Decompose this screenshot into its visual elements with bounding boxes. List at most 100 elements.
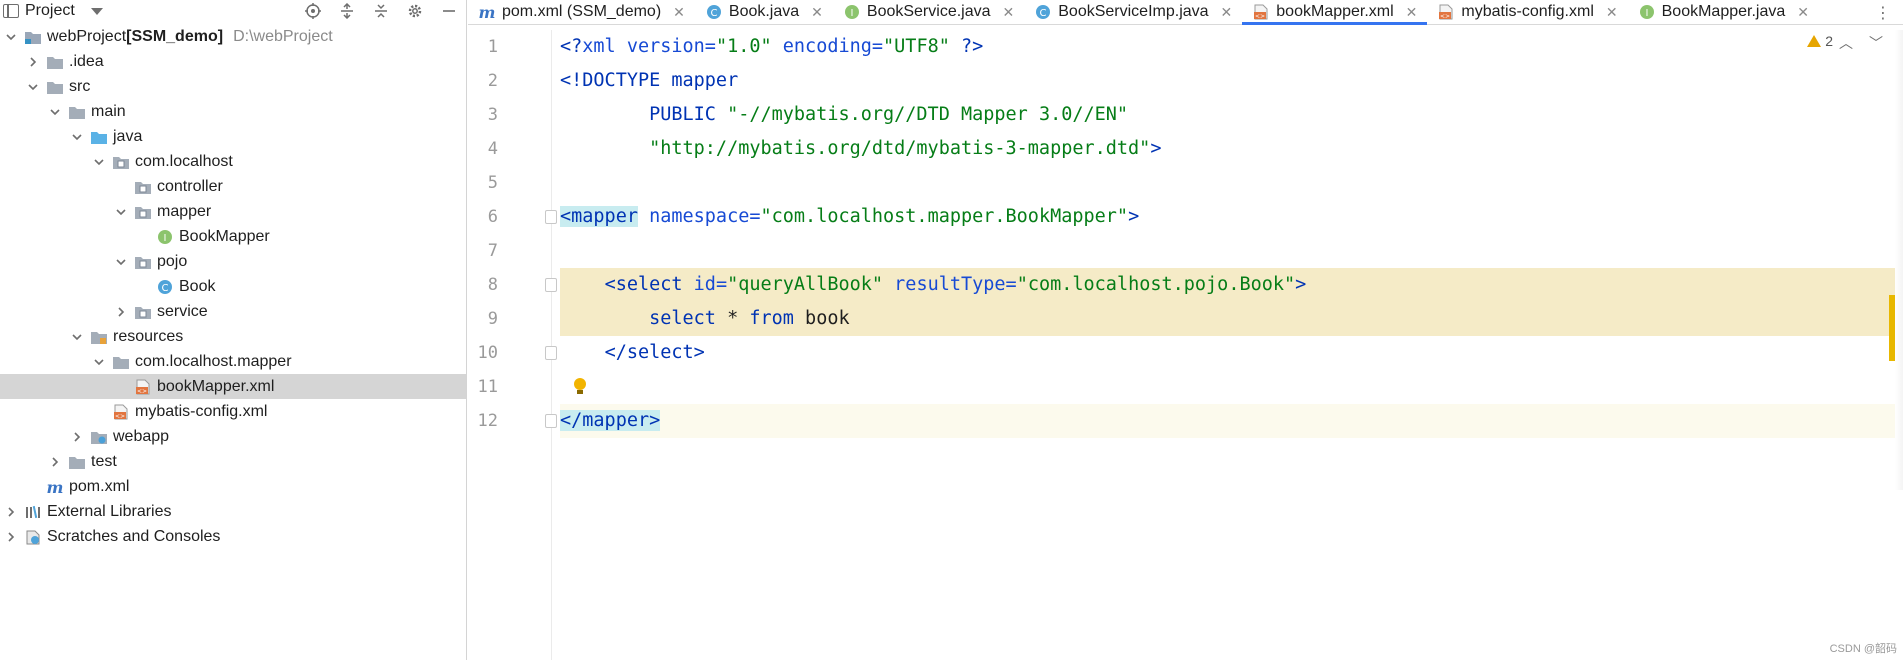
locate-file-icon[interactable] <box>296 0 330 22</box>
close-icon[interactable]: ✕ <box>673 4 685 21</box>
tree-item[interactable]: test <box>0 449 466 474</box>
chevron-down-icon[interactable] <box>114 205 128 219</box>
project-path: D:\webProject <box>233 27 333 45</box>
code-token: select <box>649 308 716 329</box>
chevron-down-icon[interactable] <box>92 355 106 369</box>
code-token: "1.0" <box>715 36 772 57</box>
tree-item-label: com.localhost.mapper <box>135 352 292 370</box>
minimize-icon[interactable] <box>432 0 466 22</box>
tree-item[interactable]: mapper <box>0 199 466 224</box>
tree-item[interactable]: resources <box>0 324 466 349</box>
chevron-down-icon[interactable] <box>48 105 62 119</box>
line-number: 8 <box>487 275 498 295</box>
tree-item[interactable]: .idea <box>0 49 466 74</box>
code-line[interactable] <box>560 166 1903 200</box>
chevron-down-icon[interactable] <box>114 255 128 269</box>
fold-marker-icon[interactable] <box>545 210 557 224</box>
tree-item[interactable]: service <box>0 299 466 324</box>
code-token: "-//mybatis.org//DTD Mapper 3.0//EN" <box>727 104 1129 125</box>
tree-item[interactable]: <> bookMapper.xml <box>0 374 466 399</box>
previous-highlight-icon[interactable]: ︿ <box>1839 33 1853 53</box>
chevron-down-icon[interactable] <box>92 155 106 169</box>
close-icon[interactable]: ✕ <box>1003 4 1015 21</box>
code-token: namespace= <box>649 206 761 227</box>
close-icon[interactable]: ✕ <box>1797 4 1809 21</box>
code-token: id= <box>693 274 728 295</box>
code-line[interactable]: <!DOCTYPE mapper <box>560 64 1903 98</box>
project-view-selector[interactable]: Project <box>0 2 103 20</box>
code-line[interactable]: <?xml version="1.0" encoding="UTF8" ?> <box>560 30 1903 64</box>
tree-item[interactable]: m pom.xml <box>0 474 466 499</box>
code-line[interactable] <box>560 370 1903 404</box>
close-icon[interactable]: ✕ <box>811 4 823 21</box>
next-highlight-icon[interactable]: ﹀ <box>1869 33 1883 53</box>
editor-tab[interactable]: I BookMapper.java ✕ <box>1628 0 1819 24</box>
code-line[interactable] <box>560 234 1903 268</box>
line-number: 12 <box>477 411 498 431</box>
chevron-right-icon[interactable] <box>26 55 40 69</box>
more-tabs-icon[interactable]: ⋮ <box>1875 0 1891 25</box>
tree-item-label: resources <box>113 327 184 345</box>
fold-marker-icon[interactable] <box>545 278 557 292</box>
fold-marker-icon[interactable] <box>545 414 557 428</box>
chevron-down-icon[interactable] <box>70 130 84 144</box>
interface-icon: I <box>1638 4 1656 20</box>
editor-tab[interactable]: C BookServiceImp.java ✕ <box>1024 0 1242 24</box>
editor-tab[interactable]: <> mybatis-config.xml ✕ <box>1427 0 1627 24</box>
svg-text:<>: <> <box>1255 13 1265 20</box>
tree-item[interactable]: webProject [SSM_demo] D:\webProject <box>0 24 466 49</box>
chevron-right-icon[interactable] <box>70 430 84 444</box>
tree-item[interactable]: controller <box>0 174 466 199</box>
code-line[interactable]: <mapper namespace="com.localhost.mapper.… <box>560 200 1903 234</box>
chevron-right-icon[interactable] <box>114 305 128 319</box>
chevron-down-icon[interactable] <box>90 7 103 15</box>
chevron-right-icon[interactable] <box>4 530 18 544</box>
chevron-right-icon[interactable] <box>48 455 62 469</box>
editor-tab[interactable]: m pom.xml (SSM_demo) ✕ <box>468 0 695 24</box>
code-line[interactable]: PUBLIC "-//mybatis.org//DTD Mapper 3.0//… <box>560 98 1903 132</box>
tree-item[interactable]: External Libraries <box>0 499 466 524</box>
code-area[interactable]: 1 2 3 4 5 6 7 8 9 10 11 12 <?xml version="1.0" enco… <box>468 30 1903 660</box>
tree-item[interactable]: com.localhost.mapper <box>0 349 466 374</box>
editor-tab[interactable]: I BookService.java ✕ <box>833 0 1024 24</box>
xml-file-icon: <> <box>112 404 130 420</box>
chevron-down-icon[interactable] <box>26 80 40 94</box>
tree-item[interactable]: <> mybatis-config.xml <box>0 399 466 424</box>
package-icon <box>134 304 152 320</box>
tree-item[interactable]: java <box>0 124 466 149</box>
close-icon[interactable]: ✕ <box>1606 4 1618 21</box>
tree-item[interactable]: I BookMapper <box>0 224 466 249</box>
editor-tab[interactable]: <> bookMapper.xml ✕ <box>1242 0 1428 25</box>
tree-item[interactable]: webapp <box>0 424 466 449</box>
code-line[interactable]: </select> <box>560 336 1903 370</box>
lightbulb-icon[interactable] <box>572 378 588 396</box>
tree-item[interactable]: main <box>0 99 466 124</box>
xml-file-icon: <> <box>1252 4 1270 20</box>
tree-item[interactable]: pojo <box>0 249 466 274</box>
tree-item[interactable]: Scratches and Consoles <box>0 524 466 549</box>
chevron-down-icon[interactable] <box>70 330 84 344</box>
expand-all-icon[interactable] <box>330 0 364 22</box>
chevron-right-icon[interactable] <box>4 505 18 519</box>
fold-marker-icon[interactable] <box>545 346 557 360</box>
tree-item[interactable]: com.localhost <box>0 149 466 174</box>
collapse-all-icon[interactable] <box>364 0 398 22</box>
warning-indicator[interactable]: 2 <box>1807 33 1833 49</box>
code-line[interactable]: select * from book <box>560 302 1903 336</box>
chevron-down-icon[interactable] <box>4 30 18 44</box>
code-line[interactable]: </mapper> <box>560 404 1903 438</box>
tree-item-label: pojo <box>157 252 188 270</box>
code-line[interactable]: <select id="queryAllBook" resultType="co… <box>560 268 1903 302</box>
gear-icon[interactable] <box>398 0 432 22</box>
close-icon[interactable]: ✕ <box>1406 4 1418 21</box>
close-icon[interactable]: ✕ <box>1221 4 1233 21</box>
tree-item[interactable]: C Book <box>0 274 466 299</box>
code-token: ?> <box>961 36 984 57</box>
editor-tab[interactable]: C Book.java ✕ <box>695 0 833 24</box>
code-token: <mapper <box>560 206 638 227</box>
code-line[interactable]: "http://mybatis.org/dtd/mybatis-3-mapper… <box>560 132 1903 166</box>
tree-item[interactable]: src <box>0 74 466 99</box>
